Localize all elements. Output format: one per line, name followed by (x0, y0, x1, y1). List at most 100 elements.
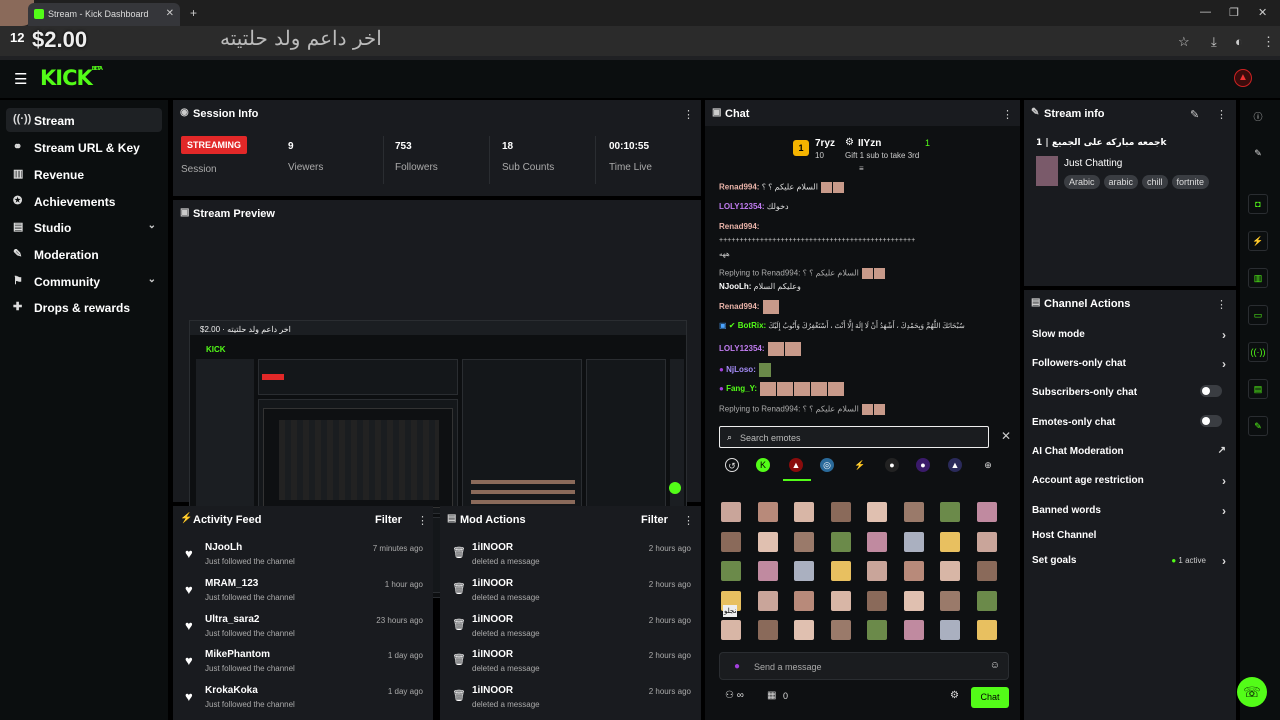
emote-tile[interactable] (867, 620, 887, 640)
emote-tile[interactable] (721, 531, 741, 552)
tag[interactable]: Arabic (1064, 175, 1100, 189)
sidebar-item-drops[interactable]: ✚ Drops & rewards (6, 295, 162, 319)
pencil-icon[interactable]: ✎ (1248, 144, 1268, 164)
action-banned-words[interactable]: Banned words › (1032, 504, 1232, 518)
maximize-icon[interactable]: ❐ (1229, 6, 1239, 19)
emote-tile[interactable] (903, 620, 924, 640)
tag[interactable]: arabic (1103, 175, 1139, 189)
chat-user[interactable]: LOLY12354: (719, 202, 765, 211)
emote-tile[interactable] (757, 502, 778, 522)
download-icon[interactable]: ⤓ (1211, 34, 1217, 50)
action-account-age[interactable]: Account age restriction › (1032, 474, 1232, 488)
info-icon[interactable]: ⓘ (1248, 108, 1268, 128)
emote-tile[interactable] (830, 590, 851, 611)
emote-search-input[interactable]: ⌕ Search emotes (719, 426, 989, 448)
emote-tile[interactable] (721, 561, 741, 581)
emote-tile[interactable] (976, 561, 997, 581)
global-emotes-icon[interactable]: ◎ (820, 458, 834, 472)
emotes-only-toggle[interactable] (1200, 415, 1222, 427)
gift-prompt[interactable]: Gift 1 sub to take 3rd (845, 151, 919, 160)
sidebar-item-community[interactable]: ⚑ Community ⌄ (6, 269, 162, 293)
emote-tile[interactable] (940, 590, 960, 611)
emote-tile[interactable] (903, 502, 924, 522)
more-options-icon[interactable]: ⋮ (1216, 108, 1227, 121)
close-window-icon[interactable]: ✕ (1258, 6, 1267, 19)
channel-emotes-icon[interactable]: ▲ (789, 458, 803, 472)
sidebar-item-stream-url[interactable]: ⚭ Stream URL & Key (6, 135, 162, 159)
user-avatar[interactable]: ▲ (1234, 69, 1252, 87)
emoji-picker-icon[interactable]: ☺ (990, 660, 1000, 671)
action-slow-mode[interactable]: Slow mode › (1032, 328, 1232, 342)
subscribers-only-toggle[interactable] (1200, 385, 1222, 397)
row-name[interactable]: 1iINOOR (472, 578, 513, 589)
more-options-icon[interactable]: ⋮ (683, 514, 694, 527)
row-name[interactable]: MRAM_123 (205, 578, 258, 589)
emote-tile[interactable] (976, 502, 997, 522)
emote-tile[interactable] (867, 531, 887, 552)
chat-user[interactable]: Renad994: (719, 302, 759, 311)
sidebar-item-studio[interactable]: ▤ Studio ⌄ (6, 215, 162, 239)
camera-icon[interactable]: ◘ (1248, 194, 1268, 214)
emote-tile[interactable] (757, 590, 778, 611)
sidebar-item-achievements[interactable]: ✪ Achievements (6, 189, 162, 213)
emote-tile[interactable] (794, 502, 814, 522)
emoji-globe-icon[interactable]: ⊕ (981, 458, 995, 472)
emote-tile[interactable] (830, 561, 851, 581)
chat-users-icon[interactable]: ⚇ ∞ (725, 690, 744, 701)
tool-icon[interactable]: ✎ (1248, 416, 1268, 436)
mod-filter-button[interactable]: Filter (641, 514, 668, 526)
emote-tile[interactable] (903, 590, 924, 611)
emote-tile[interactable] (903, 561, 924, 581)
row-name[interactable]: NJooLh (205, 542, 242, 553)
emote-tile[interactable] (830, 502, 851, 522)
close-emotes-icon[interactable]: ✕ (1001, 429, 1011, 443)
emote-tile[interactable] (830, 531, 851, 552)
emote-tile[interactable] (830, 620, 851, 640)
emote-tile[interactable] (867, 502, 887, 522)
sidebar-item-stream[interactable]: ((·)) Stream (6, 108, 162, 132)
chat-user[interactable]: BotRix: (738, 321, 766, 330)
collapse-icon[interactable]: ≡ (859, 164, 864, 173)
emote-tile[interactable] (721, 502, 741, 522)
kick-logo[interactable]: KICKBETA (40, 66, 103, 90)
emote-tile[interactable] (976, 531, 997, 552)
layout-icon[interactable]: ▤ (1248, 379, 1268, 399)
purple-emotes-icon[interactable]: ● (916, 458, 930, 472)
browser-tab[interactable]: Stream - Kick Dashboard ✕ (28, 3, 180, 26)
emote-tile[interactable] (721, 620, 741, 640)
more-options-icon[interactable]: ⋮ (417, 514, 428, 527)
broadcast-icon[interactable]: ((·)) (1248, 342, 1268, 362)
tag[interactable]: fortnite (1171, 175, 1210, 189)
row-name[interactable]: 1iINOOR (472, 649, 513, 660)
address-bar[interactable] (0, 26, 1280, 56)
emote-tile[interactable] (794, 531, 814, 552)
row-name[interactable]: Ultra_sara2 (205, 614, 259, 625)
emote-tile[interactable] (940, 620, 960, 640)
hamburger-menu-icon[interactable]: ☰ (14, 70, 27, 88)
gifter-2[interactable]: IIYzn (858, 138, 881, 149)
clipboard-icon[interactable]: ▥ (1248, 268, 1268, 288)
chat-user[interactable]: Fang_Y: (726, 384, 757, 393)
row-name[interactable]: KrokaKoka (205, 685, 258, 696)
kick-emotes-icon[interactable]: K (756, 458, 770, 472)
browser-menu-icon[interactable]: ⋮ (1262, 34, 1275, 50)
emote-tile[interactable] (940, 531, 960, 552)
bolt-icon[interactable]: ⚡ (1248, 231, 1268, 251)
emote-tile[interactable] (757, 531, 778, 552)
more-options-icon[interactable]: ⋮ (683, 108, 694, 121)
emote-tile[interactable] (940, 561, 960, 581)
chat-user[interactable]: Renad994: (719, 183, 759, 192)
help-chat-icon[interactable]: ☏ (1237, 677, 1267, 707)
action-followers-only[interactable]: Followers-only chat › (1032, 357, 1232, 371)
bolt-emotes-icon[interactable]: ⚡ (853, 458, 867, 472)
emote-tile[interactable] (794, 620, 814, 640)
action-ai-moderation[interactable]: AI Chat Moderation ↗ (1032, 445, 1232, 457)
close-tab-icon[interactable]: ✕ (166, 8, 174, 19)
new-tab-icon[interactable]: + (190, 6, 197, 20)
row-name[interactable]: MikePhantom (205, 649, 270, 660)
emote-tile[interactable] (757, 561, 778, 581)
chat-bubble-icon[interactable]: ▭ (1248, 305, 1268, 325)
chat-user[interactable]: Renad994: (719, 222, 759, 231)
chat-user[interactable]: LOLY12354: (719, 344, 765, 353)
tag[interactable]: chill (1142, 175, 1168, 189)
